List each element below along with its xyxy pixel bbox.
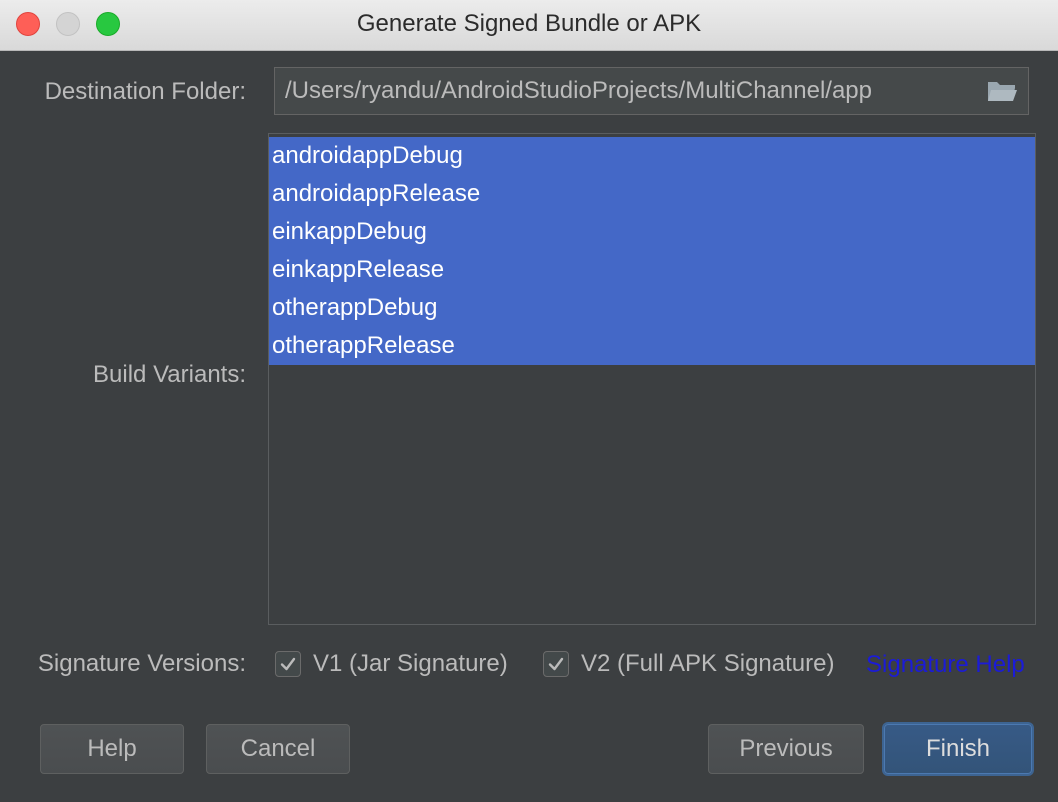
help-button[interactable]: Help xyxy=(40,724,184,774)
v1-checkbox[interactable] xyxy=(275,651,301,677)
signature-help-link[interactable]: Signature Help xyxy=(866,651,1025,679)
title-bar: Generate Signed Bundle or APK xyxy=(0,0,1058,51)
v2-checkbox-label: V2 (Full APK Signature) xyxy=(581,650,835,677)
variant-item[interactable]: einkappRelease xyxy=(269,251,1035,289)
build-variants-label: Build Variants: xyxy=(93,361,246,388)
finish-button[interactable]: Finish xyxy=(884,724,1032,774)
destination-folder-label: Destination Folder: xyxy=(44,78,246,105)
folder-icon[interactable] xyxy=(986,78,1018,104)
variant-item[interactable]: androidappRelease xyxy=(269,175,1035,213)
signature-versions-label: Signature Versions: xyxy=(37,650,246,677)
v2-checkbox[interactable] xyxy=(543,651,569,677)
variant-item[interactable]: otherappDebug xyxy=(269,289,1035,327)
v2-signature-option[interactable]: V2 (Full APK Signature) xyxy=(543,648,834,680)
variant-item[interactable]: einkappDebug xyxy=(269,213,1035,251)
checkmark-icon xyxy=(280,657,296,671)
previous-button[interactable]: Previous xyxy=(708,724,864,774)
window-title: Generate Signed Bundle or APK xyxy=(356,10,702,37)
cancel-button[interactable]: Cancel xyxy=(206,724,350,774)
variant-item[interactable]: otherappRelease xyxy=(269,327,1035,365)
build-variants-list[interactable]: androidappDebug androidappRelease einkap… xyxy=(268,133,1036,625)
dialog-window: Generate Signed Bundle or APK Destinatio… xyxy=(0,0,1058,802)
destination-folder-value: /Users/ryandu/AndroidStudioProjects/Mult… xyxy=(285,77,872,104)
checkmark-icon xyxy=(548,657,564,671)
v1-checkbox-label: V1 (Jar Signature) xyxy=(313,650,508,677)
variant-item[interactable]: androidappDebug xyxy=(269,137,1035,175)
destination-folder-field[interactable]: /Users/ryandu/AndroidStudioProjects/Mult… xyxy=(274,67,1029,115)
v1-signature-option[interactable]: V1 (Jar Signature) xyxy=(275,648,508,680)
